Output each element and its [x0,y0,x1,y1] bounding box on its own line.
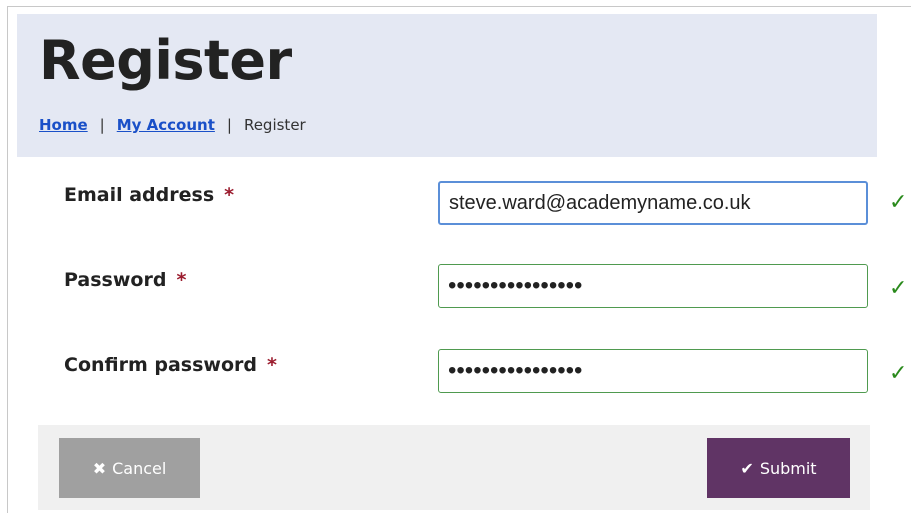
confirm-password-label-text: Confirm password [64,354,258,376]
check-icon: ✓ [889,190,908,215]
breadcrumb-my-account-link[interactable]: My Account [117,116,215,134]
password-label-text: Password [64,269,167,291]
confirm-password-field[interactable] [438,349,868,393]
email-label-text: Email address [64,184,215,206]
submit-button[interactable]: ✔ Submit [707,438,850,498]
password-label: Password * [64,269,186,291]
submit-button-label: Submit [759,458,817,478]
page-header: Register Home | My Account | Register [17,14,877,157]
check-icon: ✓ [889,276,908,301]
required-asterisk: * [176,269,187,291]
breadcrumb-home-link[interactable]: Home [39,116,88,134]
breadcrumb-current: Register [243,116,306,134]
page-title: Register [39,29,292,92]
cancel-button-label: Cancel [112,458,167,478]
checkmark-icon: ✔ [740,458,754,478]
cancel-button[interactable]: ✖ Cancel [59,438,200,498]
breadcrumb-separator: | [226,116,232,134]
breadcrumb: Home | My Account | Register [39,116,306,134]
required-asterisk: * [224,184,235,206]
email-label: Email address * [64,184,234,206]
close-icon: ✖ [92,458,107,478]
required-asterisk: * [267,354,277,376]
check-icon: ✓ [889,361,908,386]
email-field[interactable] [438,181,868,225]
breadcrumb-separator: | [99,116,105,134]
confirm-password-label: Confirm password * [64,354,277,376]
password-field[interactable] [438,264,868,308]
